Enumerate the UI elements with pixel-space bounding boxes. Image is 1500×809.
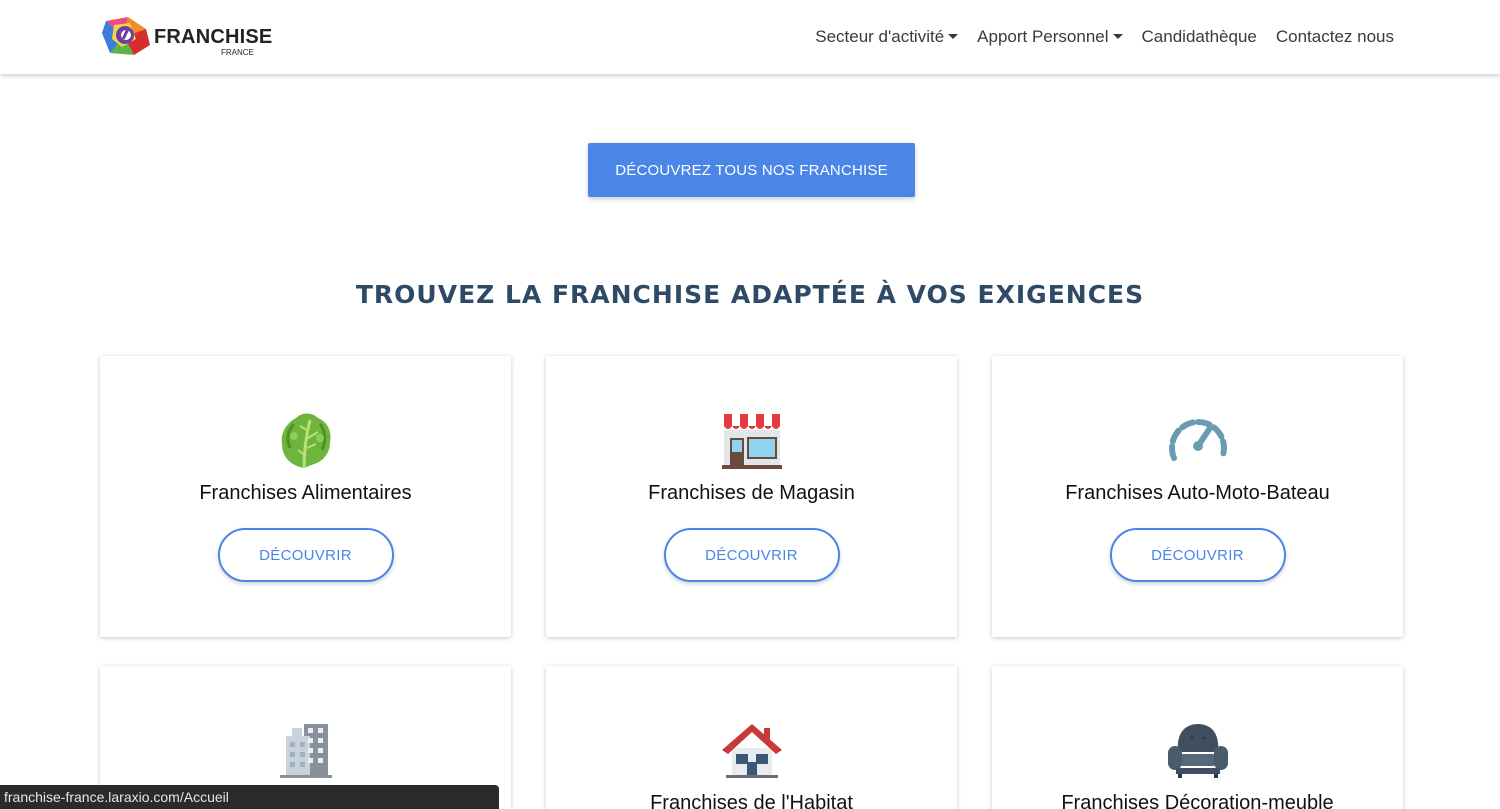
- section-title: TROUVEZ LA FRANCHISE ADAPTÉE À VOS EXIGE…: [355, 280, 1145, 309]
- discover-all-franchises-button[interactable]: DÉCOUVREZ TOUS NOS FRANCHISE: [588, 143, 915, 197]
- lettuce-icon: [274, 408, 338, 472]
- armchair-icon: [1166, 718, 1230, 782]
- nav-item-label: Contactez nous: [1275, 27, 1394, 46]
- caret-down-icon: [948, 33, 959, 39]
- speedometer-icon: [1166, 408, 1230, 472]
- discover-alimentaires-button[interactable]: DÉCOUVRIR: [217, 528, 394, 582]
- card-title: Franchises de Magasin: [648, 482, 855, 504]
- discover-magasin-button[interactable]: DÉCOUVRIR: [663, 528, 840, 582]
- nav-item-label: Apport Personnel: [977, 27, 1109, 46]
- browser-status-bar: franchise-france.laraxio.com/Accueil: [0, 785, 499, 809]
- caret-down-icon: [1112, 33, 1123, 39]
- card-title: Franchises Auto-Moto-Bateau: [1065, 482, 1330, 504]
- card-title: Franchises Alimentaires: [199, 482, 412, 504]
- status-url: franchise-france.laraxio.com/Accueil: [4, 789, 229, 805]
- category-card-magasin: Franchises de Magasin DÉCOUVRIR: [546, 356, 957, 637]
- nav-item-label: Secteur d'activité: [815, 27, 945, 46]
- category-card-decoration-meuble: Franchises Décoration-meuble: [992, 666, 1403, 809]
- discover-auto-moto-bateau-button[interactable]: DÉCOUVRIR: [1109, 528, 1286, 582]
- brand-logo-link[interactable]: FRANCHISE FRANCE: [100, 14, 273, 60]
- category-card-auto-moto-bateau: Franchises Auto-Moto-Bateau DÉCOUVRIR: [992, 356, 1403, 637]
- store-icon: [720, 408, 784, 472]
- nav-item-label: Candidathèque: [1141, 27, 1257, 46]
- card-title: Franchises de l'Habitat: [650, 792, 853, 809]
- house-icon: [720, 718, 784, 782]
- brand-name: FRANCHISE: [154, 26, 273, 48]
- brand-subtitle: FRANCE: [221, 48, 254, 57]
- nav-contactez-nous-link[interactable]: Contactez nous: [1276, 27, 1394, 47]
- navbar: FRANCHISE FRANCE Secteur d'activité Appo…: [0, 0, 1500, 74]
- card-title: Franchises Décoration-meuble: [1061, 792, 1334, 809]
- nav-candidatheque-link[interactable]: Candidathèque: [1142, 27, 1257, 47]
- office-building-icon: [274, 718, 338, 782]
- main-nav: Secteur d'activité Apport Personnel Cand…: [796, 0, 1394, 74]
- category-card-habitat: Franchises de l'Habitat: [546, 666, 957, 809]
- nav-apport-personnel-dropdown[interactable]: Apport Personnel: [977, 27, 1123, 47]
- franchise-logo-icon: [100, 15, 156, 59]
- nav-secteur-activite-dropdown[interactable]: Secteur d'activité: [815, 27, 959, 47]
- category-card-alimentaires: Franchises Alimentaires DÉCOUVRIR: [100, 356, 511, 637]
